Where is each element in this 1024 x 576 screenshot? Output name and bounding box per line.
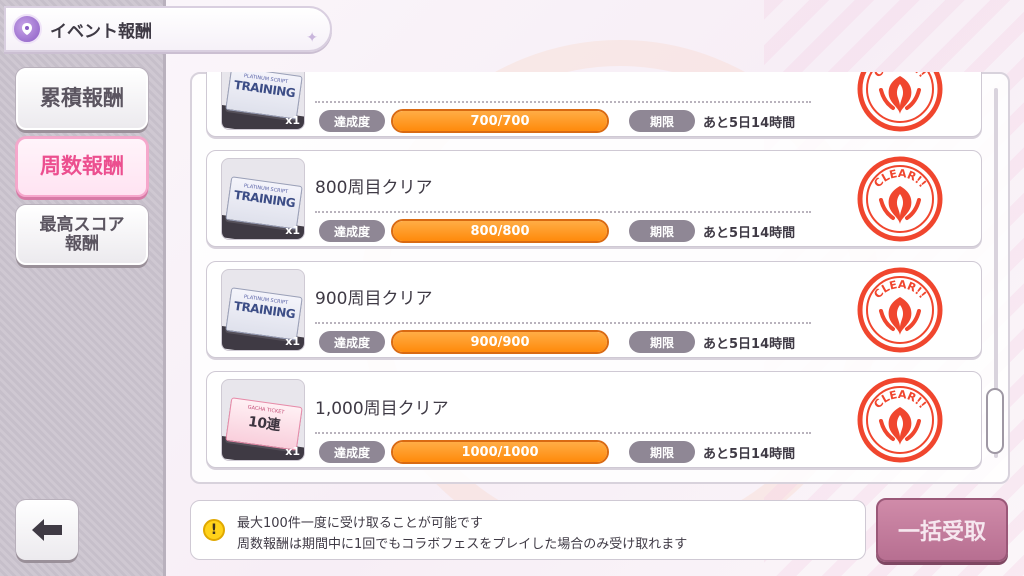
progress-label: 達成度 <box>319 220 385 242</box>
event-icon <box>12 14 42 44</box>
header-title-bar: イベント報酬 ✦ <box>4 6 332 52</box>
tab-label: 累積報酬 <box>40 86 124 111</box>
tab-high-score-rewards[interactable]: 最高スコア 報酬 <box>16 205 148 265</box>
tab-lap-rewards[interactable]: 周数報酬 <box>16 137 148 197</box>
clear-stamp-icon: CLEAR!! <box>857 156 943 242</box>
tab-label: 最高スコア 報酬 <box>40 216 125 253</box>
sparkle-icon: ✦ <box>306 30 318 46</box>
progress-value: 1000/1000 <box>461 444 539 460</box>
time-remaining: あと5日14時間 <box>703 447 796 462</box>
reward-title: 900周目クリア <box>315 289 433 309</box>
time-remaining: あと5日14時間 <box>703 337 796 352</box>
reward-list: PLATINUM SCRIPT TRAINING x1 達成度 700/700 … <box>190 72 1010 484</box>
back-button[interactable] <box>16 500 78 560</box>
info-box: ! 最大100件一度に受け取ることが可能です 周数報酬は期間中に1回でもコラボフ… <box>190 500 866 560</box>
limit-label: 期限 <box>629 441 695 463</box>
tab-label: 周数報酬 <box>40 154 124 179</box>
reward-row: PLATINUM SCRIPT TRAINING x1 900周目クリア 達成度… <box>206 261 982 358</box>
page-title: イベント報酬 <box>50 21 152 42</box>
divider <box>315 211 811 213</box>
reward-item-training-ticket-icon[interactable]: PLATINUM SCRIPT TRAINING x1 <box>221 158 305 240</box>
reward-title: 1,000周目クリア <box>315 399 449 419</box>
progress-bar: 1000/1000 <box>391 440 609 464</box>
tab-cumulative-rewards[interactable]: 累積報酬 <box>16 68 148 130</box>
info-text-2: 周数報酬は期間中に1回でもコラボフェスをプレイした場合のみ受け取れます <box>237 537 688 552</box>
clear-stamp-icon: CLEAR!! <box>857 377 943 463</box>
reward-item-training-ticket-icon[interactable]: PLATINUM SCRIPT TRAINING x1 <box>221 269 305 351</box>
divider <box>315 322 811 324</box>
scrollbar-thumb[interactable] <box>986 388 1004 454</box>
divider <box>315 432 811 434</box>
limit-label: 期限 <box>629 110 695 132</box>
reward-row: PLATINUM SCRIPT TRAINING x1 800周目クリア 達成度… <box>206 150 982 247</box>
divider <box>315 101 811 103</box>
progress-label: 達成度 <box>319 441 385 463</box>
progress-bar: 800/800 <box>391 219 609 243</box>
limit-label: 期限 <box>629 331 695 353</box>
progress-label: 達成度 <box>319 331 385 353</box>
claim-all-button[interactable]: 一括受取 <box>876 498 1008 562</box>
info-exclamation-icon: ! <box>203 519 225 541</box>
reward-quantity: x1 <box>285 224 300 237</box>
reward-item-training-ticket-icon[interactable]: PLATINUM SCRIPT TRAINING x1 <box>221 72 305 130</box>
claim-all-label: 一括受取 <box>897 520 986 545</box>
time-remaining: あと5日14時間 <box>703 116 796 131</box>
progress-label: 達成度 <box>319 110 385 132</box>
info-text-1: 最大100件一度に受け取ることが可能です <box>237 516 483 531</box>
progress-bar: 900/900 <box>391 330 609 354</box>
reward-row: GACHA TICKET 10連 x1 1,000周目クリア 達成度 1000/… <box>206 371 982 468</box>
reward-quantity: x1 <box>285 114 300 127</box>
clear-stamp-icon: CLEAR!! <box>857 267 943 353</box>
limit-label: 期限 <box>629 220 695 242</box>
back-arrow-icon <box>32 519 62 541</box>
reward-title: 800周目クリア <box>315 178 433 198</box>
tab-label-line2: 報酬 <box>65 234 99 254</box>
progress-bar: 700/700 <box>391 109 609 133</box>
tab-label-line1: 最高スコア <box>39 215 125 236</box>
clear-stamp-icon: CLEAR!! <box>857 72 943 132</box>
reward-quantity: x1 <box>285 445 300 458</box>
progress-value: 800/800 <box>470 223 530 239</box>
reward-item-gacha-ticket-icon[interactable]: GACHA TICKET 10連 x1 <box>221 379 305 461</box>
time-remaining: あと5日14時間 <box>703 226 796 241</box>
reward-row: PLATINUM SCRIPT TRAINING x1 達成度 700/700 … <box>206 72 982 137</box>
reward-quantity: x1 <box>285 335 300 348</box>
progress-value: 900/900 <box>470 334 530 350</box>
progress-value: 700/700 <box>470 113 530 129</box>
